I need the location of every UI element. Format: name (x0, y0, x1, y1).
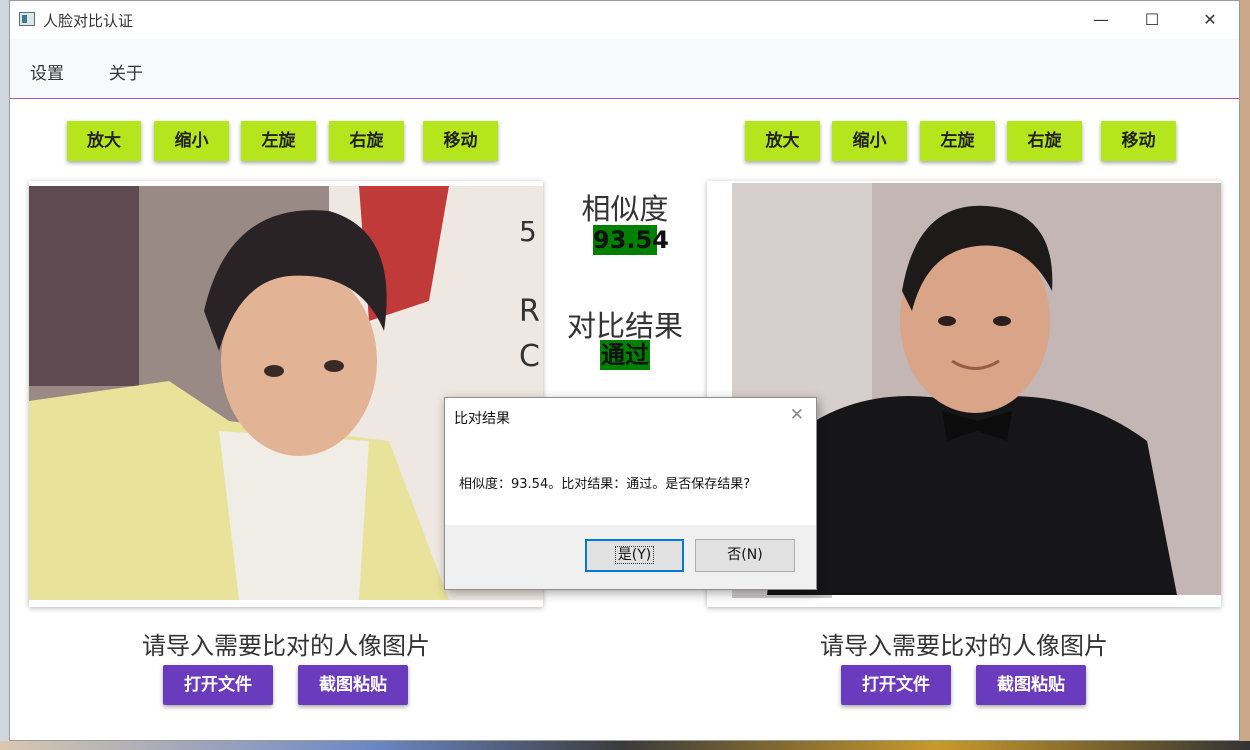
dialog-yes-label: 是(Y) (614, 546, 655, 564)
similarity-value: 93.54 (593, 225, 669, 255)
menu-about[interactable]: 关于 (109, 59, 143, 84)
menu-bar: 设置 关于 (10, 39, 1239, 99)
left-paste-screenshot-button[interactable]: 截图粘贴 (298, 665, 408, 705)
dialog-yes-button[interactable]: 是(Y) (585, 539, 684, 572)
dialog-no-button[interactable]: 否(N) (695, 539, 795, 572)
dialog-close-icon[interactable]: ✕ (790, 405, 804, 425)
right-zoom-out-button[interactable]: 缩小 (832, 121, 907, 161)
menu-settings[interactable]: 设置 (30, 59, 64, 84)
result-label: 对比结果 (566, 309, 683, 343)
dialog-message: 相似度：93.54。比对结果：通过。是否保存结果? (459, 477, 751, 492)
right-rotate-left-button[interactable]: 左旋 (920, 121, 995, 161)
left-rotate-right-button[interactable]: 右旋 (329, 121, 404, 161)
svg-text:R: R (519, 294, 540, 329)
close-button[interactable]: ✕ (1187, 5, 1233, 35)
left-open-file-button[interactable]: 打开文件 (163, 665, 273, 705)
right-zoom-in-button[interactable]: 放大 (745, 121, 820, 161)
right-move-button[interactable]: 移动 (1101, 121, 1176, 161)
dialog-title: 比对结果 (454, 411, 510, 427)
similarity-label: 相似度 (581, 192, 669, 226)
left-zoom-out-button[interactable]: 缩小 (154, 121, 229, 161)
right-prompt-text: 请导入需要比对的人像图片 (820, 632, 1108, 660)
desktop-background-right (1240, 0, 1250, 750)
result-value: 通过 (600, 340, 650, 370)
minimize-button[interactable]: — (1078, 5, 1124, 35)
maximize-button[interactable]: ☐ (1129, 5, 1175, 35)
result-dialog: 比对结果 ✕ 相似度：93.54。比对结果：通过。是否保存结果? 是(Y) 否(… (444, 397, 817, 590)
svg-text:5: 5 (519, 215, 537, 248)
app-icon (19, 12, 35, 26)
window-title: 人脸对比认证 (43, 12, 134, 30)
left-prompt-text: 请导入需要比对的人像图片 (142, 632, 430, 660)
dialog-content: 比对结果 ✕ 相似度：93.54。比对结果：通过。是否保存结果? (445, 398, 816, 525)
desktop-background-bottom (0, 741, 1250, 750)
right-rotate-right-button[interactable]: 右旋 (1007, 121, 1082, 161)
left-move-button[interactable]: 移动 (423, 121, 498, 161)
left-zoom-in-button[interactable]: 放大 (67, 121, 141, 161)
left-rotate-left-button[interactable]: 左旋 (241, 121, 316, 161)
desktop-background (0, 0, 9, 750)
title-bar: 人脸对比认证 — ☐ ✕ (10, 1, 1239, 39)
svg-text:C: C (519, 339, 540, 374)
right-paste-screenshot-button[interactable]: 截图粘贴 (976, 665, 1086, 705)
right-open-file-button[interactable]: 打开文件 (841, 665, 951, 705)
